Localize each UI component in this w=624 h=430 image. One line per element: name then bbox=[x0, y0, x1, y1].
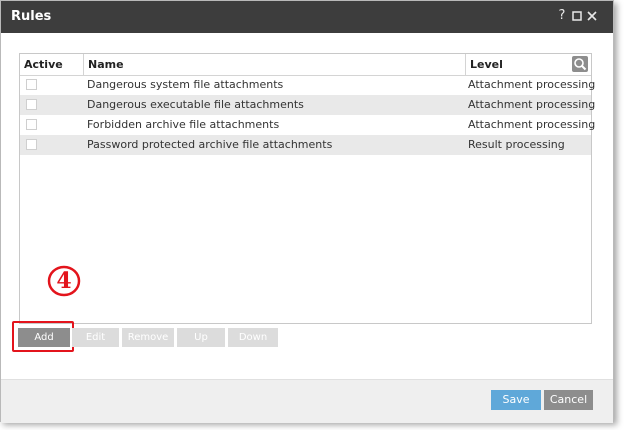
edit-button[interactable]: Edit bbox=[72, 328, 119, 347]
title-bar: Rules ? bbox=[1, 1, 613, 33]
dialog-footer: Save Cancel bbox=[1, 379, 613, 423]
rule-name: Dangerous system file attachments bbox=[87, 78, 284, 91]
search-button[interactable] bbox=[572, 56, 588, 72]
up-button[interactable]: Up bbox=[177, 328, 225, 347]
table-header: Active Name Level bbox=[20, 54, 591, 76]
active-checkbox[interactable] bbox=[26, 119, 37, 130]
close-icon bbox=[587, 11, 597, 21]
column-header-level-label: Level bbox=[470, 58, 503, 71]
dialog-title: Rules bbox=[11, 9, 52, 24]
save-button[interactable]: Save bbox=[491, 390, 541, 410]
down-button[interactable]: Down bbox=[228, 328, 278, 347]
rule-name: Dangerous executable file attachments bbox=[87, 98, 304, 111]
rules-dialog: Rules ? Active Name Level Dangerous syst… bbox=[0, 0, 614, 423]
rule-name: Password protected archive file attachme… bbox=[87, 138, 333, 151]
cancel-button[interactable]: Cancel bbox=[544, 390, 593, 410]
rule-level: Result processing bbox=[468, 138, 565, 151]
rules-table: Active Name Level Dangerous system file … bbox=[19, 53, 595, 324]
add-button[interactable]: Add bbox=[18, 328, 70, 347]
table-row[interactable]: Forbidden archive file attachments Attac… bbox=[20, 115, 595, 135]
close-button[interactable] bbox=[584, 7, 600, 25]
column-header-active[interactable]: Active bbox=[20, 54, 84, 75]
search-icon bbox=[574, 58, 587, 71]
rule-level: Attachment processing bbox=[468, 78, 596, 91]
step-number: 4 bbox=[56, 268, 72, 294]
active-checkbox[interactable] bbox=[26, 79, 37, 90]
remove-button[interactable]: Remove bbox=[122, 328, 174, 347]
help-button[interactable]: ? bbox=[554, 7, 570, 25]
column-header-name[interactable]: Name bbox=[84, 54, 466, 75]
table-row[interactable]: Password protected archive file attachme… bbox=[20, 135, 591, 155]
table-row[interactable]: Dangerous system file attachments Attach… bbox=[20, 75, 595, 95]
active-checkbox[interactable] bbox=[26, 139, 37, 150]
rule-level: Attachment processing bbox=[468, 118, 596, 131]
maximize-button[interactable] bbox=[569, 7, 585, 25]
rule-name: Forbidden archive file attachments bbox=[87, 118, 280, 131]
maximize-icon bbox=[572, 11, 582, 21]
table-row[interactable]: Dangerous executable file attachments At… bbox=[20, 95, 595, 115]
rule-level: Attachment processing bbox=[468, 98, 596, 111]
step-annotation: 4 bbox=[45, 263, 83, 299]
active-checkbox[interactable] bbox=[26, 99, 37, 110]
question-mark-icon: ? bbox=[558, 8, 566, 23]
